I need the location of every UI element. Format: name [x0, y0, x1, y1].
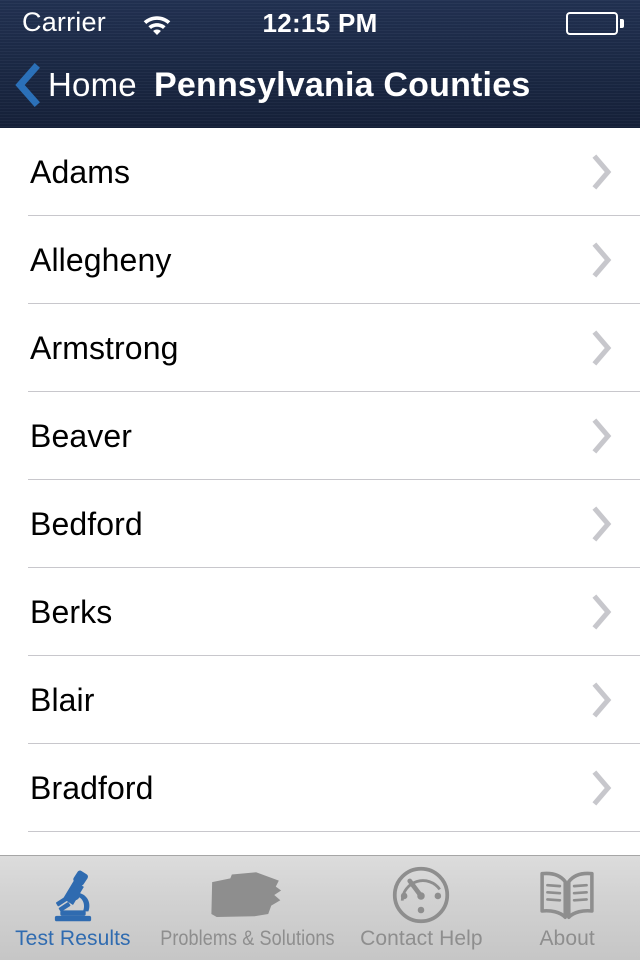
list-item-label: Allegheny	[30, 241, 172, 278]
chevron-right-icon	[591, 506, 613, 542]
county-list[interactable]: Adams Allegheny Armstrong Beaver Bedford…	[0, 128, 640, 855]
tab-label: Problems & Solutions	[159, 927, 335, 950]
status-bar: Carrier 12:15 PM	[0, 0, 640, 42]
chevron-right-icon	[591, 418, 613, 454]
page-title: Pennsylvania Counties	[154, 66, 531, 104]
tab-label: Test Results	[15, 927, 131, 950]
chevron-right-icon	[591, 594, 613, 630]
list-item-label: Adams	[30, 153, 131, 190]
pennsylvania-state-icon	[209, 864, 285, 926]
list-item[interactable]: Armstrong	[0, 304, 640, 392]
tab-label: About	[539, 927, 595, 950]
tab-bar: Test Results Problems & Solutions Contac…	[0, 855, 640, 960]
list-item-label: Beaver	[30, 417, 132, 454]
microscope-icon	[44, 864, 102, 926]
chevron-right-icon	[591, 154, 613, 190]
list-item[interactable]: Adams	[0, 128, 640, 216]
row-separator	[28, 831, 640, 832]
app-screen: Carrier 12:15 PM Home Pennsylvania Count…	[0, 0, 640, 960]
list-item[interactable]: Bedford	[0, 480, 640, 568]
tab-about[interactable]: About	[494, 856, 640, 960]
tab-label: Contact Help	[360, 927, 483, 950]
chevron-right-icon	[591, 242, 613, 278]
status-time: 12:15 PM	[262, 8, 378, 38]
battery-cap-icon	[620, 19, 624, 28]
chevron-right-icon	[591, 330, 613, 366]
back-button[interactable]: Home	[14, 56, 137, 114]
back-button-label: Home	[48, 66, 137, 103]
list-item-label: Berks	[30, 593, 113, 630]
gauge-icon	[391, 864, 451, 926]
list-item[interactable]: Berks	[0, 568, 640, 656]
tab-problems-solutions[interactable]: Problems & Solutions	[146, 856, 349, 960]
list-item[interactable]: Beaver	[0, 392, 640, 480]
list-item-label: Armstrong	[30, 329, 179, 366]
list-item[interactable]: Allegheny	[0, 216, 640, 304]
list-item-label: Bradford	[30, 769, 154, 806]
battery-icon	[566, 12, 618, 35]
list-item[interactable]: Blair	[0, 656, 640, 744]
tab-test-results[interactable]: Test Results	[0, 856, 146, 960]
tab-contact-help[interactable]: Contact Help	[349, 856, 495, 960]
list-item-label: Bedford	[30, 505, 143, 542]
chevron-left-icon	[14, 63, 40, 107]
chevron-right-icon	[591, 682, 613, 718]
navigation-bar-content: Home Pennsylvania Counties	[0, 42, 640, 128]
chevron-right-icon	[591, 770, 613, 806]
list-item-label: Blair	[30, 681, 95, 718]
open-book-icon	[535, 864, 599, 926]
list-item[interactable]: Bradford	[0, 744, 640, 832]
navigation-bar: Carrier 12:15 PM Home Pennsylvania Count…	[0, 0, 640, 128]
